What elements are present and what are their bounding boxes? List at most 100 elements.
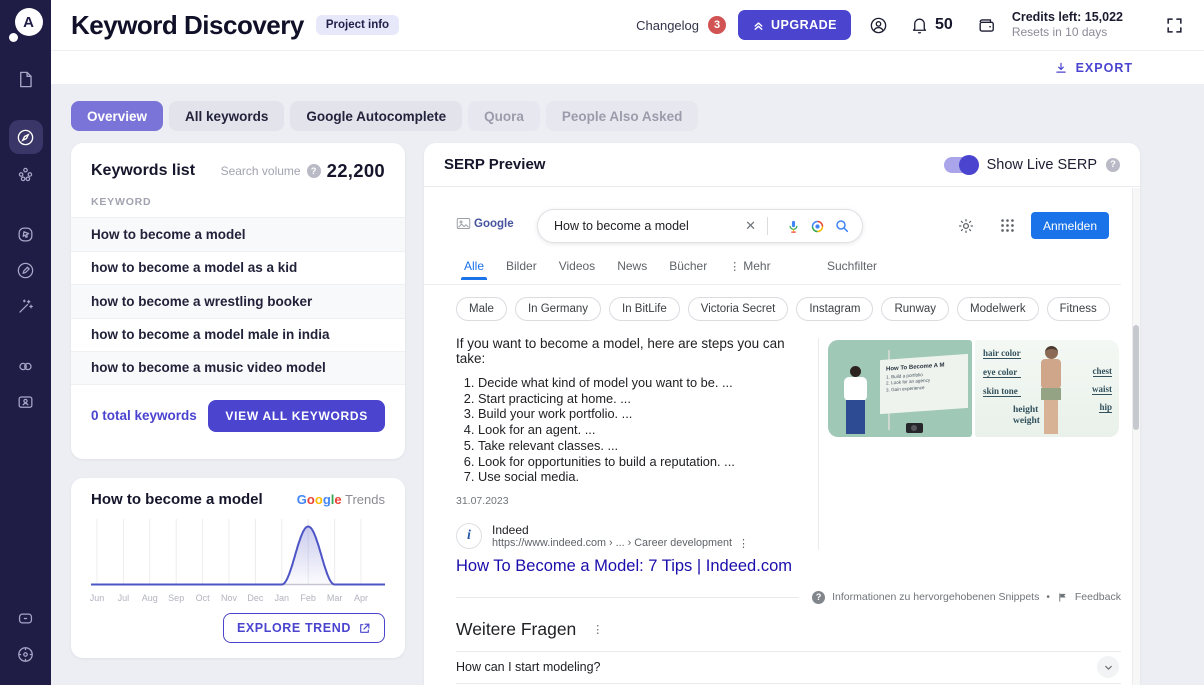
more-dots-icon: ⋮ xyxy=(729,260,740,273)
live-serp-help-icon[interactable]: ? xyxy=(1106,158,1120,172)
keyword-row[interactable]: how to become a wrestling booker xyxy=(71,284,405,318)
chevron-down-icon[interactable] xyxy=(1097,656,1119,678)
google-tab-more[interactable]: ⋮Mehr xyxy=(729,259,770,273)
view-all-keywords-button[interactable]: VIEW ALL KEYWORDS xyxy=(208,400,385,432)
paa-title: Weitere Fragen xyxy=(456,619,576,640)
snippet-column-divider xyxy=(818,338,819,550)
anatomy-label: skin tone xyxy=(983,386,1021,397)
apps-grid-icon[interactable] xyxy=(999,217,1016,234)
google-filter-chips: Male In Germany In BitLife Victoria Secret I… xyxy=(456,297,1121,321)
snippet-info-link[interactable]: Informationen zu hervorgehobenen Snippet… xyxy=(832,591,1039,603)
feedback-link[interactable]: Feedback xyxy=(1075,591,1121,603)
settings-gear-icon[interactable] xyxy=(957,217,975,235)
app-logo[interactable]: A xyxy=(11,8,41,38)
filter-chip[interactable]: In BitLife xyxy=(609,297,680,321)
paa-menu-icon[interactable]: ⋮ xyxy=(592,623,603,636)
edit-icon xyxy=(16,261,35,280)
result-site-name: Indeed xyxy=(492,523,749,537)
person-circle-icon xyxy=(869,16,888,35)
total-keywords-link[interactable]: 0 total keywords xyxy=(91,408,197,423)
snippet-step: Decide what kind of model you want to be… xyxy=(478,375,806,391)
filter-chip[interactable]: Male xyxy=(456,297,507,321)
screen-user-icon xyxy=(16,393,35,412)
serp-preview-panel: SERP Preview Show Live SERP ? Google ✕ xyxy=(424,143,1140,685)
view-tabs: Overview All keywords Google Autocomplet… xyxy=(71,101,698,131)
google-search-bar[interactable]: ✕ xyxy=(537,209,863,243)
project-info-button[interactable]: Project info xyxy=(316,15,399,35)
keyword-column-header: KEYWORD xyxy=(71,190,405,217)
credits-info: Credits left: 15,022 Resets in 10 days xyxy=(1012,10,1123,41)
filter-chip[interactable]: In Germany xyxy=(515,297,601,321)
wallet-icon xyxy=(977,16,996,35)
microphone-icon[interactable] xyxy=(786,219,801,234)
keyword-row[interactable]: How to become a model xyxy=(71,217,405,251)
upgrade-label: UPGRADE xyxy=(771,18,837,32)
sidebar-item-clusters[interactable] xyxy=(9,157,43,191)
explore-trend-button[interactable]: EXPLORE TREND xyxy=(223,613,385,643)
search-volume-label: Search volume xyxy=(221,164,301,178)
google-nav-tab[interactable]: Videos xyxy=(559,259,595,273)
keyword-row[interactable]: how to become a model as a kid xyxy=(71,251,405,285)
sidebar-item-rank-tracker[interactable] xyxy=(9,217,43,251)
google-nav-tab[interactable]: Bilder xyxy=(506,259,537,273)
filter-chip[interactable]: Modelwerk xyxy=(957,297,1039,321)
snippet-step: Build your work portfolio. ... xyxy=(478,406,806,422)
keyword-row[interactable]: how to become a music video model xyxy=(71,351,405,385)
filter-chip[interactable]: Runway xyxy=(881,297,949,321)
google-nav-tab[interactable]: Bücher xyxy=(669,259,707,273)
sidebar-item-ai-writer[interactable] xyxy=(9,289,43,323)
signin-button[interactable]: Anmelden xyxy=(1031,212,1109,239)
filter-chip[interactable]: Instagram xyxy=(796,297,873,321)
trend-panel: How to become a model Google Trends JunJ… xyxy=(71,478,405,658)
sidebar-item-explore[interactable] xyxy=(9,637,43,671)
google-logo: Google xyxy=(456,217,514,230)
google-lens-icon[interactable] xyxy=(810,219,825,234)
cursor-icon xyxy=(16,225,35,244)
google-tab-alle[interactable]: Alle xyxy=(464,259,484,273)
google-search-filter[interactable]: Suchfilter xyxy=(827,259,877,273)
sidebar-item-keyword-discovery[interactable] xyxy=(9,120,43,154)
serp-scrollbar-thumb[interactable] xyxy=(1133,325,1139,430)
search-volume-help-icon[interactable]: ? xyxy=(307,164,321,178)
changelog-count-badge: 3 xyxy=(708,16,726,34)
anatomy-label: hip xyxy=(1099,402,1112,413)
filter-chip[interactable]: Fitness xyxy=(1047,297,1110,321)
tab-quora[interactable]: Quora xyxy=(468,101,540,131)
wallet-button[interactable] xyxy=(977,16,996,35)
fullscreen-button[interactable] xyxy=(1165,16,1184,35)
tab-people-also-asked[interactable]: People Also Asked xyxy=(546,101,699,131)
paa-list: How can I start modeling? How do I becom… xyxy=(456,651,1121,685)
export-button[interactable]: EXPORT xyxy=(1054,61,1133,75)
sidebar-item-integrations[interactable] xyxy=(9,349,43,383)
result-menu-icon[interactable]: ⋮ xyxy=(738,537,749,550)
snippet-step: Look for an agent. ... xyxy=(478,422,806,438)
notifications-button[interactable]: 50 xyxy=(910,16,953,35)
filter-chip[interactable]: Victoria Secret xyxy=(688,297,789,321)
tab-google-autocomplete[interactable]: Google Autocomplete xyxy=(290,101,462,131)
snippet-info-icon[interactable]: ? xyxy=(812,591,825,604)
sidebar-item-billing[interactable] xyxy=(9,601,43,635)
sidebar-item-monitor[interactable] xyxy=(9,385,43,419)
result-title-link[interactable]: How To Become a Model: 7 Tips | Indeed.c… xyxy=(456,557,812,576)
upgrade-button[interactable]: UPGRADE xyxy=(738,10,851,40)
snippet-images: How To Become A M 1. Build a portfolio2.… xyxy=(828,340,1119,437)
tab-overview[interactable]: Overview xyxy=(71,101,163,131)
account-button[interactable] xyxy=(869,16,888,35)
snippet-image-anatomy[interactable]: hair coloreye colorskin tone chestwaisth… xyxy=(975,340,1119,437)
changelog-link[interactable]: Changelog xyxy=(636,18,699,33)
snippet-image-photoshoot[interactable]: How To Become A M 1. Build a portfolio2.… xyxy=(828,340,972,437)
sidebar-item-content-editor[interactable] xyxy=(9,253,43,287)
clear-search-icon[interactable]: ✕ xyxy=(743,218,758,234)
live-serp-toggle[interactable] xyxy=(944,157,978,173)
toggle-knob xyxy=(959,155,979,175)
sidebar-item-documents[interactable] xyxy=(9,62,43,96)
keyword-row[interactable]: how to become a model male in india xyxy=(71,318,405,352)
google-nav-tab[interactable]: News xyxy=(617,259,647,273)
search-icon[interactable] xyxy=(834,218,850,234)
top-bar: Keyword Discovery Project info Changelog… xyxy=(51,0,1204,51)
serp-scrollbar-track[interactable] xyxy=(1132,188,1140,685)
paa-question-row[interactable]: How can I start modeling? xyxy=(456,651,1121,683)
wand-icon xyxy=(16,297,35,316)
tab-all-keywords[interactable]: All keywords xyxy=(169,101,284,131)
google-search-input[interactable] xyxy=(554,219,743,233)
